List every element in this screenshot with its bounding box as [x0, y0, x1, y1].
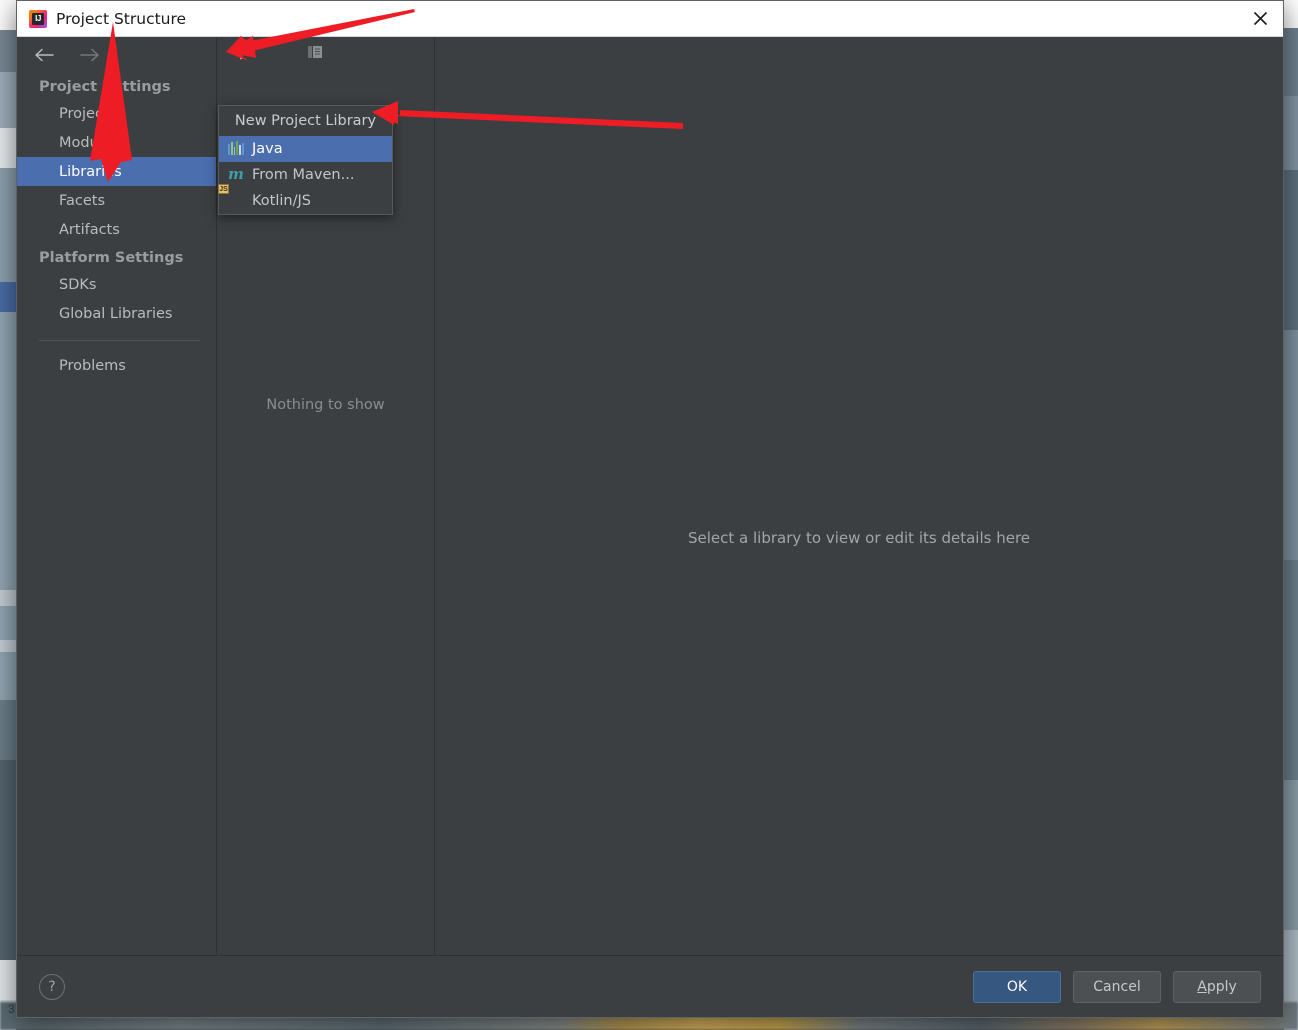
- cancel-button[interactable]: Cancel: [1073, 970, 1161, 1003]
- settings-sidebar: Project Settings Project Modules Librari…: [17, 37, 217, 955]
- libraries-toolbar: [217, 37, 434, 67]
- sidebar-item-artifacts[interactable]: Artifacts: [17, 215, 216, 244]
- sidebar-group-platform-settings: Platform Settings: [39, 250, 184, 266]
- dialog-title: Project Structure: [56, 9, 187, 28]
- sidebar-item-libraries[interactable]: Libraries: [17, 157, 216, 186]
- sidebar-group-project-settings: Project Settings: [39, 79, 171, 95]
- sidebar-item-project[interactable]: Project: [17, 99, 216, 128]
- sidebar-item-problems[interactable]: Problems: [17, 351, 216, 380]
- background-left-strip: [0, 0, 16, 1030]
- library-detail-panel: Select a library to view or edit its det…: [435, 37, 1283, 955]
- menu-item-from-maven[interactable]: m From Maven...: [219, 162, 392, 188]
- maven-icon: m: [228, 165, 244, 183]
- menu-item-kotlin-js[interactable]: JS Kotlin/JS: [218, 184, 392, 214]
- background-right-strip: [1284, 0, 1298, 1030]
- arrow-right-icon: [79, 46, 101, 64]
- dialog-footer: ? OK Cancel Apply: [17, 955, 1283, 1017]
- copy-icon: [301, 39, 329, 65]
- sidebar-item-modules[interactable]: Modules: [17, 128, 216, 157]
- question-mark-icon[interactable]: ?: [39, 973, 65, 1000]
- apply-mnemonic: A: [1197, 978, 1207, 995]
- menu-item-label: Java: [252, 141, 283, 157]
- arrow-left-icon[interactable]: [33, 46, 55, 64]
- apply-button-label: Apply: [1197, 979, 1237, 995]
- menu-item-label: Kotlin/JS: [252, 193, 311, 209]
- java-library-icon: [228, 141, 244, 157]
- dialog-body: Project Settings Project Modules Librari…: [17, 37, 1283, 955]
- ok-button-label: OK: [1006, 978, 1028, 995]
- new-project-library-menu: New Project Library Java m From Maven...…: [218, 105, 393, 215]
- menu-header-new-project-library: New Project Library: [219, 106, 392, 136]
- ok-button[interactable]: OK: [973, 970, 1061, 1003]
- detail-placeholder-text: Select a library to view or edit its det…: [687, 529, 1031, 547]
- intellij-idea-icon: IJ: [29, 9, 47, 28]
- sidebar-item-global-libraries[interactable]: Global Libraries: [17, 299, 216, 328]
- empty-list-message: Nothing to show: [266, 397, 385, 413]
- help-label: ?: [48, 978, 56, 995]
- sidebar-divider: [39, 340, 200, 341]
- cancel-button-label: Cancel: [1093, 978, 1141, 995]
- sidebar-item-facets[interactable]: Facets: [17, 186, 216, 215]
- close-icon[interactable]: [1237, 1, 1283, 36]
- dialog-titlebar: IJ Project Structure: [17, 1, 1283, 37]
- apply-button[interactable]: Apply: [1173, 970, 1261, 1003]
- plus-icon[interactable]: [227, 39, 255, 65]
- sidebar-item-sdks[interactable]: SDKs: [17, 270, 216, 299]
- kotlin-js-icon: JS: [218, 184, 244, 209]
- menu-item-java[interactable]: Java: [219, 136, 392, 162]
- apply-rest-label: pply: [1206, 978, 1237, 995]
- menu-item-label: From Maven...: [252, 167, 355, 183]
- navigation-arrows: [17, 37, 216, 73]
- project-structure-dialog: IJ Project Structure Project Settings Pr…: [16, 0, 1284, 1018]
